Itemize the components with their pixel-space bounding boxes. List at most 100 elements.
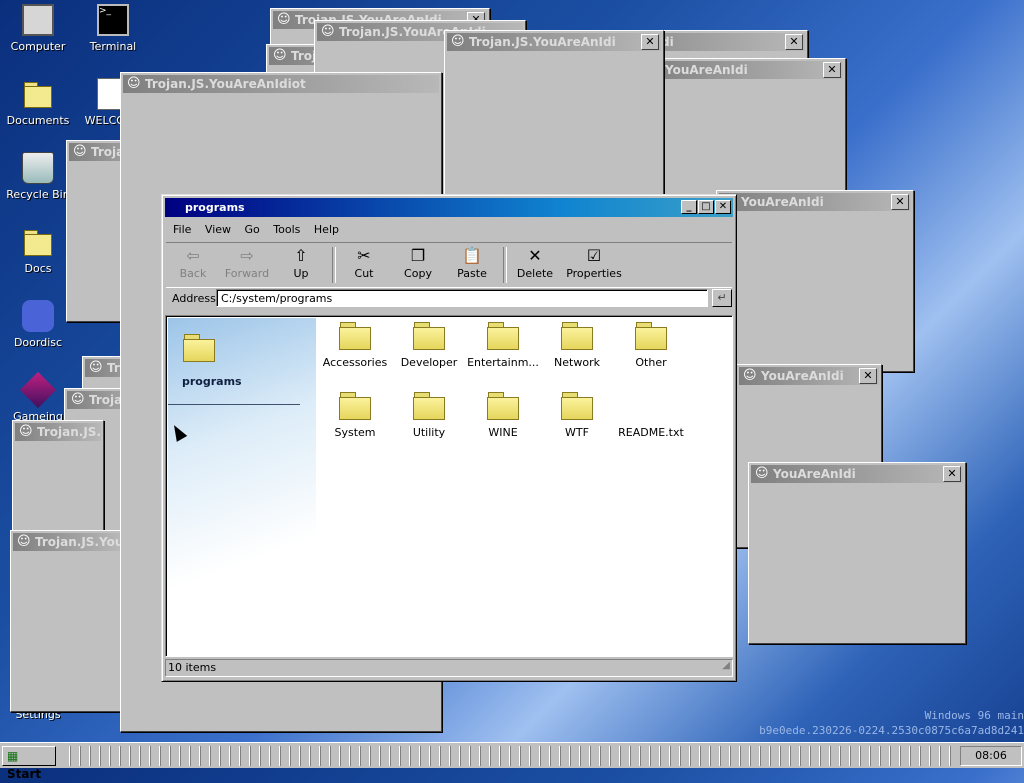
start-label: Start: [7, 767, 42, 781]
folder-icon: [22, 226, 54, 258]
file-item-label: Entertainm...: [467, 356, 539, 369]
folder-icon: [338, 320, 372, 350]
trojan-window-title: Trojan.JS.YouAreAnIdi: [447, 33, 661, 51]
file-item-system[interactable]: System: [318, 390, 392, 439]
desktop-icon-terminal[interactable]: >_ Terminal: [75, 4, 151, 53]
maximize-button[interactable]: □: [698, 200, 714, 214]
file-item-label: System: [334, 426, 376, 439]
properties-icon: ☑: [586, 246, 602, 265]
delete-button[interactable]: ✕ Delete: [508, 245, 562, 280]
trojan-popup-window[interactable]: Trojan.JS.YouAreAnIdiot: [10, 530, 124, 712]
trojan-window-title: YouAreAnIdi: [643, 61, 843, 79]
menu-tools[interactable]: Tools: [268, 220, 305, 239]
file-item-label: Accessories: [322, 356, 388, 369]
copy-label: Copy: [404, 267, 432, 280]
watermark-line: Windows 96 main: [924, 709, 1024, 722]
explorer-window[interactable]: programs _ □ ✕ File View Go Tools Help ⇦…: [161, 194, 737, 682]
trojan-popup-window[interactable]: YouAreAnIdi ✕: [748, 462, 966, 644]
file-item-network[interactable]: Network: [540, 320, 614, 369]
game-cube-icon: [19, 371, 57, 409]
folder-icon: [486, 390, 520, 420]
file-item-other[interactable]: Other: [614, 320, 688, 369]
file-item-readme[interactable]: README.txt: [614, 390, 688, 439]
file-item-wtf[interactable]: WTF: [540, 390, 614, 439]
desktop-icon-docs[interactable]: Docs: [0, 226, 76, 275]
properties-button[interactable]: ☑ Properties: [562, 245, 626, 280]
paste-button[interactable]: 📋 Paste: [445, 245, 499, 280]
folder-icon: [634, 320, 668, 350]
resize-grip-icon[interactable]: ◢: [722, 658, 730, 674]
window-titlebar[interactable]: programs _ □ ✕: [165, 198, 733, 217]
system-tray-clock: 08:06: [960, 746, 1022, 766]
trojan-window-title: Trojan.JS.YouAreAnIdiot: [13, 533, 121, 551]
up-folder-icon: ⇧: [294, 246, 308, 265]
paste-label: Paste: [457, 267, 487, 280]
close-button[interactable]: ✕: [891, 194, 909, 210]
back-arrow-icon: ⇦: [186, 246, 200, 265]
file-item-wine[interactable]: WINE: [466, 390, 540, 439]
forward-button[interactable]: ⇨ Forward: [220, 245, 274, 280]
computer-icon: [22, 4, 54, 36]
file-item-label: Utility: [412, 426, 446, 439]
back-button[interactable]: ⇦ Back: [166, 245, 220, 280]
file-item-developer[interactable]: Developer: [392, 320, 466, 369]
trojan-window-title: YouAreAnIdi: [751, 465, 963, 483]
taskbar: ▦ Start 08:06: [0, 742, 1024, 781]
file-item-label: WTF: [565, 426, 589, 439]
file-item-label: Other: [635, 356, 667, 369]
desktop-icon-recycle-bin[interactable]: Recycle Bin: [0, 152, 76, 201]
trojan-popup-window[interactable]: Trojan.JS.YouAreAnIdi ✕: [444, 30, 664, 196]
forward-arrow-icon: ⇨: [240, 246, 254, 265]
folder-icon: [560, 390, 594, 420]
go-button[interactable]: ↵: [712, 289, 732, 307]
menu-file[interactable]: File: [168, 220, 196, 239]
desktop-icon-label: Documents: [6, 114, 70, 127]
trojan-window-title: YouAreAnIdi: [739, 367, 879, 385]
file-item-label: README.txt: [618, 426, 684, 439]
file-view-pane[interactable]: programs Accessories Developer Entertain…: [165, 315, 733, 657]
desktop-icon-label: Docs: [24, 262, 52, 275]
build-watermark: Windows 96 main b9e0ede.230226-0224.2530…: [759, 708, 1024, 738]
menu-go[interactable]: Go: [240, 220, 265, 239]
file-item-utility[interactable]: Utility: [392, 390, 466, 439]
file-item-entertainment[interactable]: Entertainm...: [466, 320, 540, 369]
close-button[interactable]: ✕: [785, 34, 803, 50]
file-item-label: Developer: [400, 356, 458, 369]
status-item-count: 10 items: [168, 661, 217, 674]
desktop-icon-computer[interactable]: Computer: [0, 4, 76, 53]
toolbar-separator: [332, 247, 336, 283]
taskbar-window-list[interactable]: [62, 746, 952, 766]
close-button[interactable]: ✕: [859, 368, 877, 384]
menu-view[interactable]: View: [200, 220, 236, 239]
desktop-icon-label: Terminal: [89, 40, 137, 53]
file-item-label: Network: [554, 356, 600, 369]
close-button[interactable]: ✕: [823, 62, 841, 78]
trojan-window-title: Trojan.JS.YouAreAnIdiot: [15, 423, 101, 441]
forward-label: Forward: [224, 267, 270, 280]
cut-button[interactable]: ✂ Cut: [337, 245, 391, 280]
watermark-line: b9e0ede.230226-0224.2530c0875c6a7ad8d241: [759, 724, 1024, 737]
close-button[interactable]: ✕: [641, 34, 659, 50]
recycle-bin-icon: [22, 152, 54, 184]
folder-info-sidebar: programs: [168, 318, 316, 654]
status-bar: 10 items ◢: [165, 659, 733, 677]
up-button[interactable]: ⇧ Up: [274, 245, 328, 280]
copy-button[interactable]: ❐ Copy: [391, 245, 445, 280]
trojan-window-title: YouAreAnIdi: [719, 193, 911, 211]
window-title: programs: [185, 201, 245, 214]
desktop-icon-doordisc[interactable]: Doordisc: [0, 300, 76, 349]
close-button[interactable]: ✕: [715, 200, 731, 214]
folder-icon: [412, 320, 446, 350]
desktop-icon-documents[interactable]: Documents: [0, 78, 76, 127]
address-input[interactable]: C:/system/programs: [216, 289, 708, 307]
file-item-accessories[interactable]: Accessories: [318, 320, 392, 369]
trojan-popup-window[interactable]: Trojan.JS.YouAreAnIdiot: [12, 420, 104, 532]
menu-help[interactable]: Help: [309, 220, 344, 239]
start-button[interactable]: ▦ Start: [2, 746, 56, 781]
minimize-button[interactable]: _: [681, 200, 697, 214]
address-label: Address: [172, 292, 216, 305]
close-button[interactable]: ✕: [943, 466, 961, 482]
trojan-popup-window[interactable]: YouAreAnIdi ✕: [716, 190, 914, 372]
copy-icon: ❐: [410, 246, 426, 265]
cut-label: Cut: [354, 267, 374, 280]
